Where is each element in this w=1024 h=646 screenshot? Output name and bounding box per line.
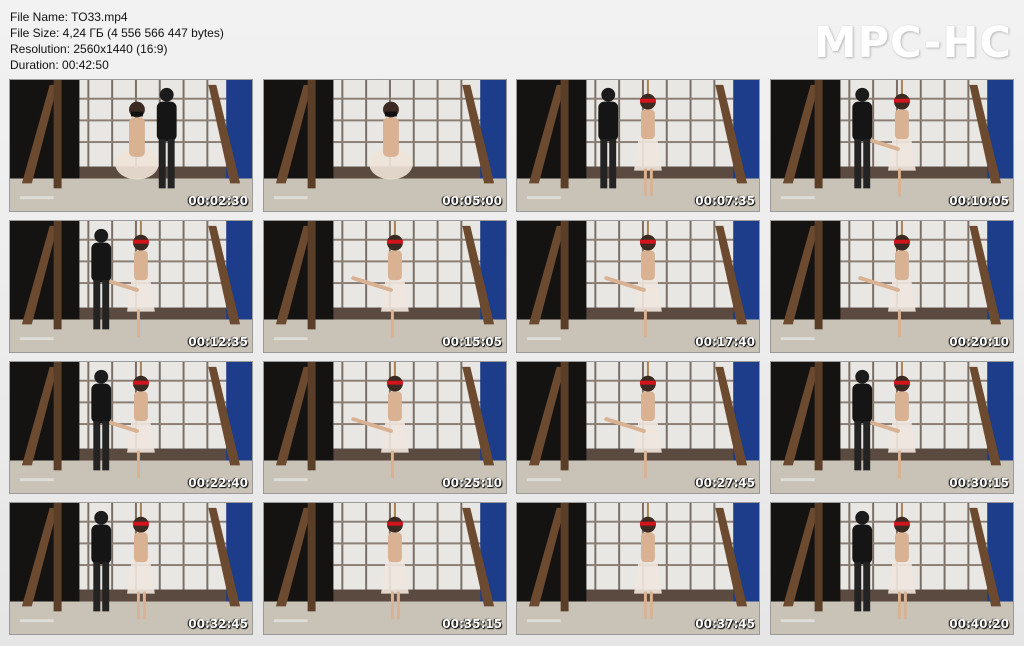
frame-image [264, 503, 506, 634]
file-size-line: File Size: 4,24 ГБ (4 556 566 447 bytes) [10, 26, 224, 40]
frame-image [771, 80, 1013, 211]
frame-image [10, 221, 252, 352]
frame-image [264, 221, 506, 352]
timestamp-label: 00:22:40 [188, 476, 248, 490]
thumbnail-grid: 00:02:30 00:05:00 00:07:35 00:10:05 00:12:35… [9, 79, 1017, 636]
file-info: File Name: TO33.mp4 File Size: 4,24 ГБ (… [10, 9, 224, 73]
timestamp-label: 00:37:45 [695, 617, 755, 631]
mpc-hc-logo: MPC-HC [813, 18, 1012, 68]
frame-image [517, 503, 759, 634]
frame-image [264, 80, 506, 211]
thumbnail-frame: 00:35:15 [263, 502, 507, 635]
frame-image [264, 362, 506, 493]
frame-image [517, 221, 759, 352]
thumbnail-frame: 00:07:35 [516, 79, 760, 212]
thumbnail-frame: 00:17:40 [516, 220, 760, 353]
thumbnail-frame: 00:20:10 [770, 220, 1014, 353]
duration-line: Duration: 00:42:50 [10, 58, 109, 72]
thumbnail-frame: 00:25:10 [263, 361, 507, 494]
timestamp-label: 00:20:10 [949, 335, 1009, 349]
frame-image [10, 503, 252, 634]
timestamp-label: 00:30:15 [949, 476, 1009, 490]
timestamp-label: 00:15:05 [442, 335, 502, 349]
thumbnail-frame: 00:12:35 [9, 220, 253, 353]
frame-image [10, 80, 252, 211]
timestamp-label: 00:05:00 [442, 194, 502, 208]
timestamp-label: 00:35:15 [442, 617, 502, 631]
thumbnail-frame: 00:15:05 [263, 220, 507, 353]
timestamp-label: 00:07:35 [695, 194, 755, 208]
timestamp-label: 00:32:45 [188, 617, 248, 631]
thumbnail-frame: 00:05:00 [263, 79, 507, 212]
timestamp-label: 00:12:35 [188, 335, 248, 349]
timestamp-label: 00:40:20 [949, 617, 1009, 631]
frame-image [771, 503, 1013, 634]
timestamp-label: 00:25:10 [442, 476, 502, 490]
thumbnail-frame: 00:22:40 [9, 361, 253, 494]
thumbnail-frame: 00:30:15 [770, 361, 1014, 494]
resolution-line: Resolution: 2560x1440 (16:9) [10, 42, 168, 56]
thumbnail-frame: 00:37:45 [516, 502, 760, 635]
frame-image [517, 362, 759, 493]
frame-image [517, 80, 759, 211]
frame-image [771, 221, 1013, 352]
frame-image [771, 362, 1013, 493]
timestamp-label: 00:17:40 [695, 335, 755, 349]
thumbnail-frame: 00:40:20 [770, 502, 1014, 635]
timestamp-label: 00:02:30 [188, 194, 248, 208]
frame-image [10, 362, 252, 493]
timestamp-label: 00:10:05 [949, 194, 1009, 208]
thumbnail-frame: 00:32:45 [9, 502, 253, 635]
file-name-line: File Name: TO33.mp4 [10, 10, 128, 24]
timestamp-label: 00:27:45 [695, 476, 755, 490]
thumbnail-frame: 00:27:45 [516, 361, 760, 494]
thumbnail-frame: 00:02:30 [9, 79, 253, 212]
thumbnail-frame: 00:10:05 [770, 79, 1014, 212]
